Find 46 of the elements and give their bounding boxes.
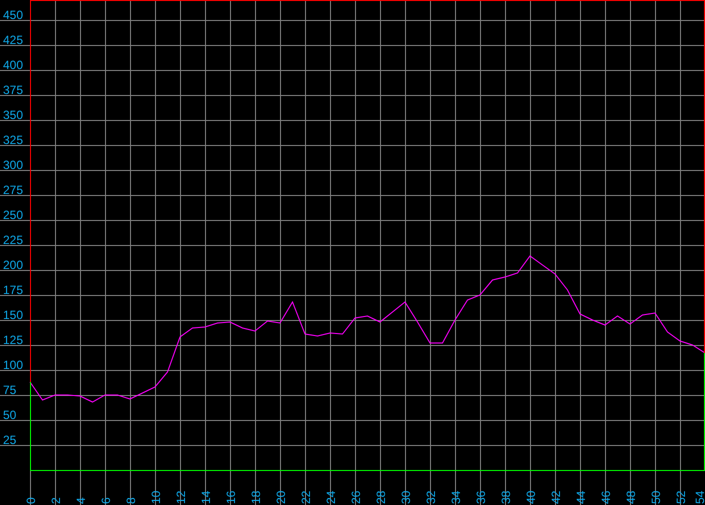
tick-label: 54: [693, 490, 705, 504]
tick-label: 32: [424, 490, 438, 504]
tick-label: 16: [224, 490, 238, 504]
tick-label: 50: [649, 490, 663, 504]
tick-label: 200: [3, 258, 24, 272]
tick-label: 48: [624, 490, 638, 504]
tick-label: 24: [324, 490, 338, 504]
tick-label: 14: [199, 490, 213, 504]
tick-label: 4: [74, 497, 88, 504]
tick-label: 28: [374, 490, 388, 504]
tick-label: 40: [524, 490, 538, 504]
tick-label: 22: [299, 490, 313, 504]
tick-label: 75: [3, 383, 16, 397]
tick-label: 375: [3, 83, 24, 97]
tick-label: 12: [174, 490, 188, 504]
tick-label: 20: [274, 490, 288, 504]
tick-label: 2: [49, 497, 63, 504]
tick-label: 175: [3, 283, 24, 297]
tick-label: 50: [3, 408, 16, 422]
tick-label: 300: [3, 158, 24, 172]
tick-label: 30: [399, 490, 413, 504]
tick-label: 100: [3, 358, 24, 372]
tick-label: 350: [3, 108, 24, 122]
tick-label: 425: [3, 33, 24, 47]
tick-label: 8: [124, 497, 138, 504]
tick-label: 42: [549, 490, 563, 504]
tick-label: 34: [449, 490, 463, 504]
tick-label: 325: [3, 133, 24, 147]
tick-label: 25: [3, 433, 16, 447]
tick-label: 150: [3, 308, 24, 322]
tick-label: 450: [3, 8, 24, 22]
tick-label: 26: [349, 490, 363, 504]
tick-label: 250: [3, 208, 24, 222]
tick-label: 225: [3, 233, 24, 247]
tick-label: 46: [599, 490, 613, 504]
tick-label: 36: [474, 490, 488, 504]
tick-label: 10: [149, 490, 163, 504]
tick-label: 275: [3, 183, 24, 197]
tick-label: 18: [249, 490, 263, 504]
tick-label: 52: [674, 490, 688, 504]
tick-label: 6: [99, 497, 113, 504]
tick-label: 400: [3, 58, 24, 72]
tick-label: 125: [3, 333, 24, 347]
tick-label: 38: [499, 490, 513, 504]
tick-label: 44: [574, 490, 588, 504]
tick-label: 0: [24, 497, 38, 504]
